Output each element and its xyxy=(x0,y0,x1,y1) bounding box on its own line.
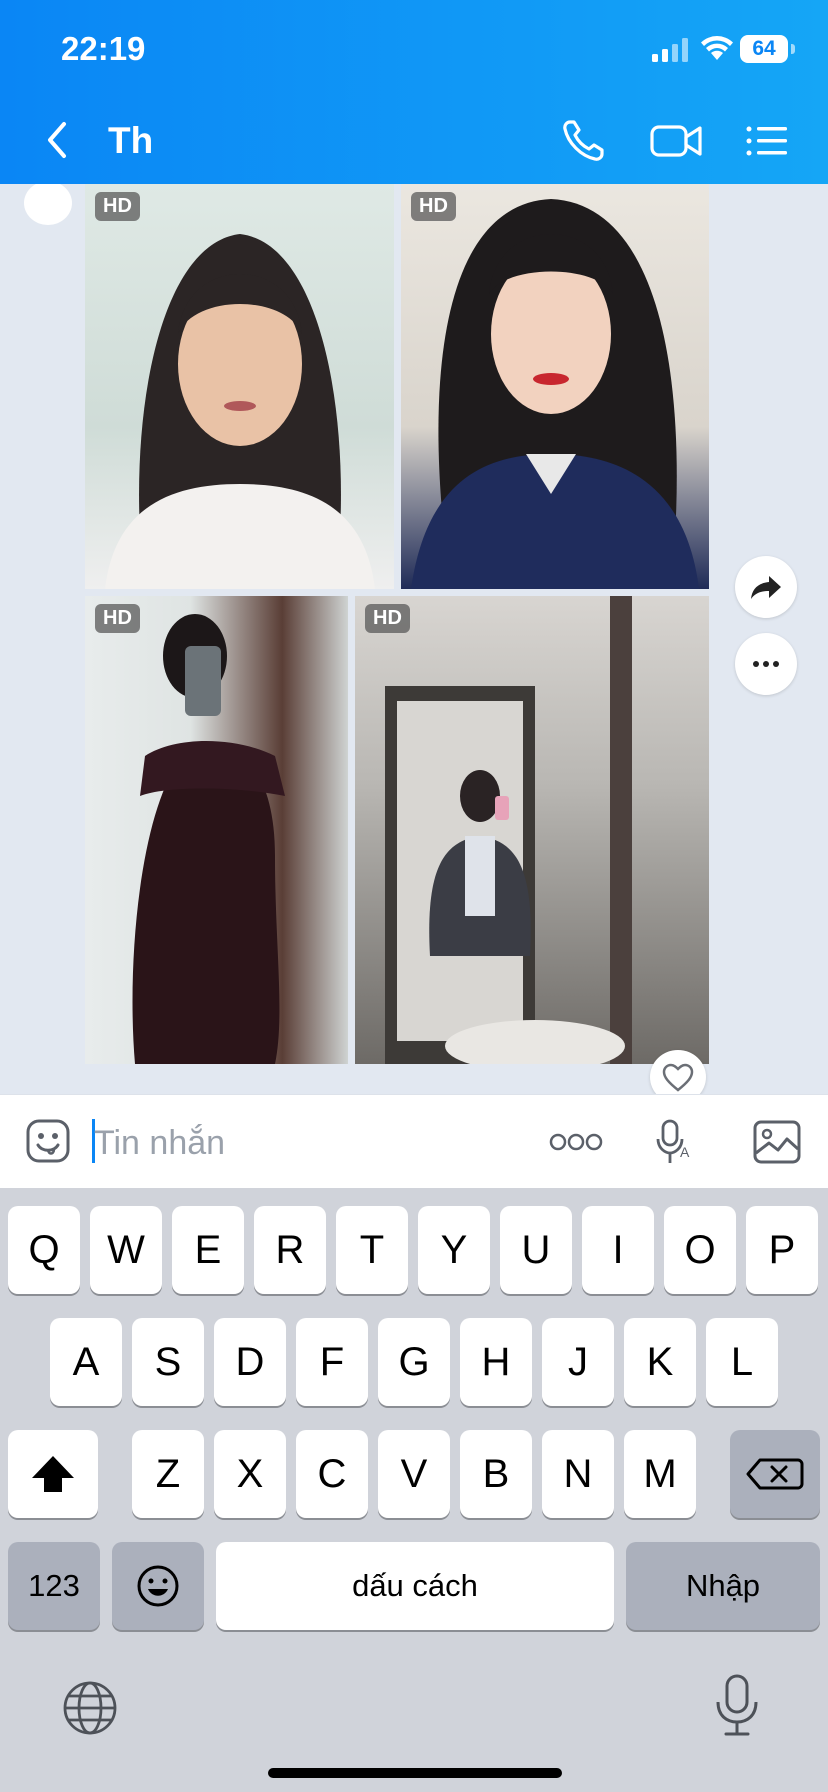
shift-icon xyxy=(32,1456,74,1492)
numbers-key[interactable]: 123 xyxy=(8,1542,100,1630)
key-y[interactable]: Y xyxy=(418,1206,490,1294)
mirror-selfie-illustration xyxy=(385,596,632,1064)
key-p[interactable]: P xyxy=(746,1206,818,1294)
mirror-selfie-illustration xyxy=(132,614,285,1064)
key-t[interactable]: T xyxy=(336,1206,408,1294)
portrait-illustration xyxy=(105,234,375,589)
voice-text-icon[interactable]: A xyxy=(654,1117,694,1167)
hd-badge: HD xyxy=(95,192,140,221)
share-icon xyxy=(751,576,781,599)
battery-tip xyxy=(791,44,795,54)
photo-3[interactable]: HD xyxy=(85,596,348,1064)
conversation-title[interactable]: Th xyxy=(108,120,153,162)
more-dots-icon[interactable] xyxy=(548,1127,604,1157)
key-j[interactable]: J xyxy=(542,1318,614,1406)
key-w[interactable]: W xyxy=(90,1206,162,1294)
status-time: 22:19 xyxy=(61,30,146,67)
key-h[interactable]: H xyxy=(460,1318,532,1406)
key-k[interactable]: K xyxy=(624,1318,696,1406)
hd-badge: HD xyxy=(365,604,410,633)
key-x[interactable]: X xyxy=(214,1430,286,1518)
key-u[interactable]: U xyxy=(500,1206,572,1294)
key-e[interactable]: E xyxy=(172,1206,244,1294)
key-s[interactable]: S xyxy=(132,1318,204,1406)
photo-2[interactable]: HD xyxy=(401,184,709,589)
space-key[interactable]: dấu cách xyxy=(216,1542,614,1630)
home-indicator[interactable] xyxy=(268,1768,562,1778)
key-l[interactable]: L xyxy=(706,1318,778,1406)
key-o[interactable]: O xyxy=(664,1206,736,1294)
photo-4[interactable]: HD xyxy=(355,596,709,1064)
image-icon[interactable] xyxy=(752,1119,802,1165)
hd-badge: HD xyxy=(411,192,456,221)
sticker-icon[interactable] xyxy=(24,1117,72,1165)
return-key[interactable]: Nhập xyxy=(626,1542,820,1630)
keyboard: Q W E R T Y U I O P A S D F G H J K L Z … xyxy=(0,1188,828,1792)
key-g[interactable]: G xyxy=(378,1318,450,1406)
back-icon[interactable] xyxy=(40,118,74,162)
message-input[interactable] xyxy=(92,1115,516,1171)
globe-icon[interactable] xyxy=(60,1678,120,1738)
svg-text:A: A xyxy=(680,1144,690,1160)
dictation-mic-icon[interactable] xyxy=(712,1672,762,1740)
phone-icon[interactable] xyxy=(558,116,608,166)
list-menu-icon[interactable] xyxy=(744,116,790,166)
more-options-button[interactable] xyxy=(735,633,797,695)
key-m[interactable]: M xyxy=(624,1430,696,1518)
signal-icon xyxy=(652,38,688,62)
hd-badge: HD xyxy=(95,604,140,633)
battery-indicator: 64 xyxy=(740,35,788,63)
key-n[interactable]: N xyxy=(542,1430,614,1518)
backspace-icon xyxy=(746,1458,804,1490)
key-z[interactable]: Z xyxy=(132,1430,204,1518)
shift-key[interactable] xyxy=(8,1430,98,1518)
wifi-icon xyxy=(701,36,733,60)
avatar[interactable] xyxy=(24,184,72,225)
react-heart-button[interactable] xyxy=(650,1050,706,1094)
key-c[interactable]: C xyxy=(296,1430,368,1518)
key-b[interactable]: B xyxy=(460,1430,532,1518)
heart-icon xyxy=(662,1063,694,1092)
message-input-bar: A xyxy=(0,1094,828,1189)
more-icon xyxy=(753,661,779,667)
key-d[interactable]: D xyxy=(214,1318,286,1406)
delete-key[interactable] xyxy=(730,1430,820,1518)
portrait-illustration xyxy=(411,199,699,589)
key-q[interactable]: Q xyxy=(8,1206,80,1294)
key-i[interactable]: I xyxy=(582,1206,654,1294)
chat-area[interactable]: HD HD HD HD xyxy=(0,184,828,1094)
emoji-key[interactable] xyxy=(112,1542,204,1630)
key-r[interactable]: R xyxy=(254,1206,326,1294)
video-call-icon[interactable] xyxy=(648,116,706,166)
emoji-icon xyxy=(137,1565,179,1607)
chat-header: 22:19 64 Th xyxy=(0,0,828,184)
share-button[interactable] xyxy=(735,556,797,618)
photo-1[interactable]: HD xyxy=(85,184,394,589)
key-a[interactable]: A xyxy=(50,1318,122,1406)
key-v[interactable]: V xyxy=(378,1430,450,1518)
key-f[interactable]: F xyxy=(296,1318,368,1406)
